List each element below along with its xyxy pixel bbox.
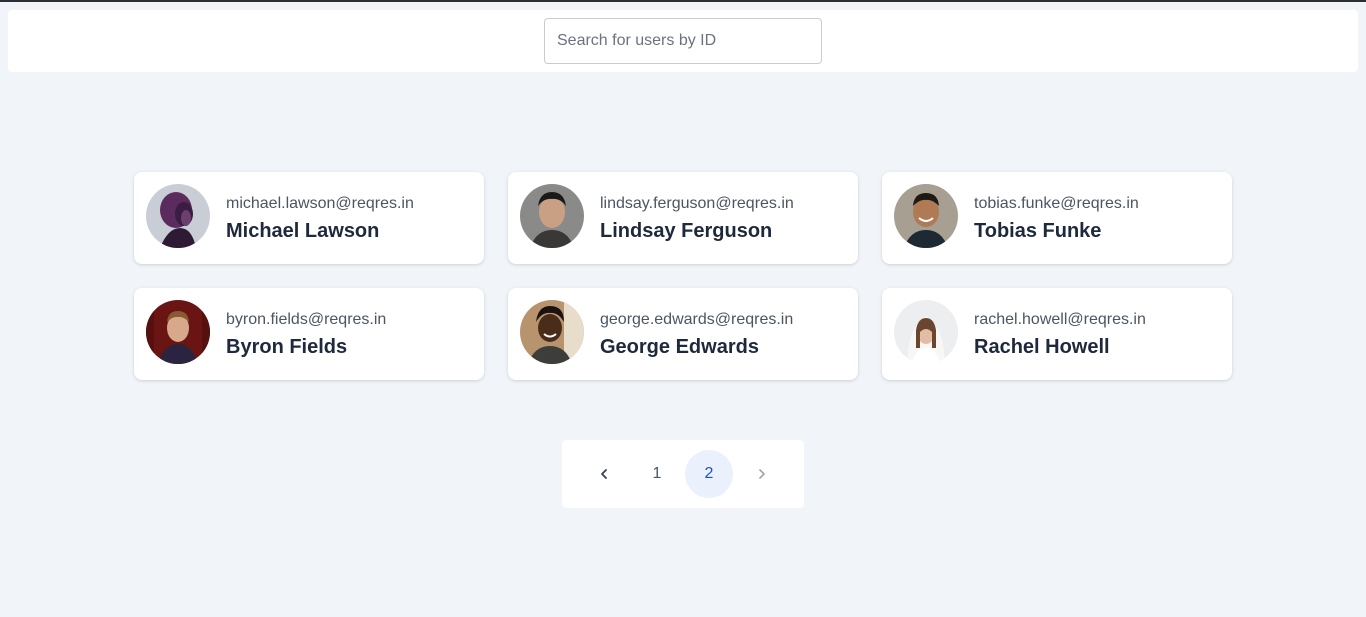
user-avatar-lindsay-ferguson	[520, 184, 584, 248]
page-button-1[interactable]: 1	[633, 450, 681, 498]
next-page-button[interactable]	[738, 450, 786, 498]
user-name: Michael Lawson	[226, 220, 380, 242]
user-name: Byron Fields	[226, 336, 348, 358]
pagination: 1 2	[562, 440, 804, 508]
user-name: George Edwards	[600, 336, 759, 358]
page-button-2[interactable]: 2	[685, 450, 733, 498]
user-card[interactable]: george.edwards@reqres.in George Edwards	[508, 288, 858, 380]
user-name: Tobias Funke	[974, 220, 1102, 242]
user-grid: michael.lawson@reqres.in Michael Lawson …	[134, 172, 1232, 380]
user-email: rachel.howell@reqres.in	[974, 311, 1146, 328]
header-bar	[8, 10, 1358, 72]
search-input[interactable]	[544, 18, 822, 64]
user-name: Rachel Howell	[974, 336, 1110, 358]
user-email: michael.lawson@reqres.in	[226, 195, 414, 212]
user-avatar-byron-fields	[146, 300, 210, 364]
user-card[interactable]: lindsay.ferguson@reqres.in Lindsay Fergu…	[508, 172, 858, 264]
user-card[interactable]: byron.fields@reqres.in Byron Fields	[134, 288, 484, 380]
user-card[interactable]: rachel.howell@reqres.in Rachel Howell	[882, 288, 1232, 380]
chevron-left-icon	[597, 467, 611, 481]
user-email: tobias.funke@reqres.in	[974, 195, 1139, 212]
user-avatar-rachel-howell	[894, 300, 958, 364]
user-card[interactable]: tobias.funke@reqres.in Tobias Funke	[882, 172, 1232, 264]
chevron-right-icon	[755, 467, 769, 481]
user-avatar-george-edwards	[520, 300, 584, 364]
user-card[interactable]: michael.lawson@reqres.in Michael Lawson	[134, 172, 484, 264]
user-avatar-tobias-funke	[894, 184, 958, 248]
user-avatar-michael-lawson	[146, 184, 210, 248]
user-email: george.edwards@reqres.in	[600, 311, 794, 328]
user-email: byron.fields@reqres.in	[226, 311, 387, 328]
prev-page-button[interactable]	[580, 450, 628, 498]
user-name: Lindsay Ferguson	[600, 220, 773, 242]
top-border	[0, 0, 1366, 2]
user-email: lindsay.ferguson@reqres.in	[600, 195, 794, 212]
